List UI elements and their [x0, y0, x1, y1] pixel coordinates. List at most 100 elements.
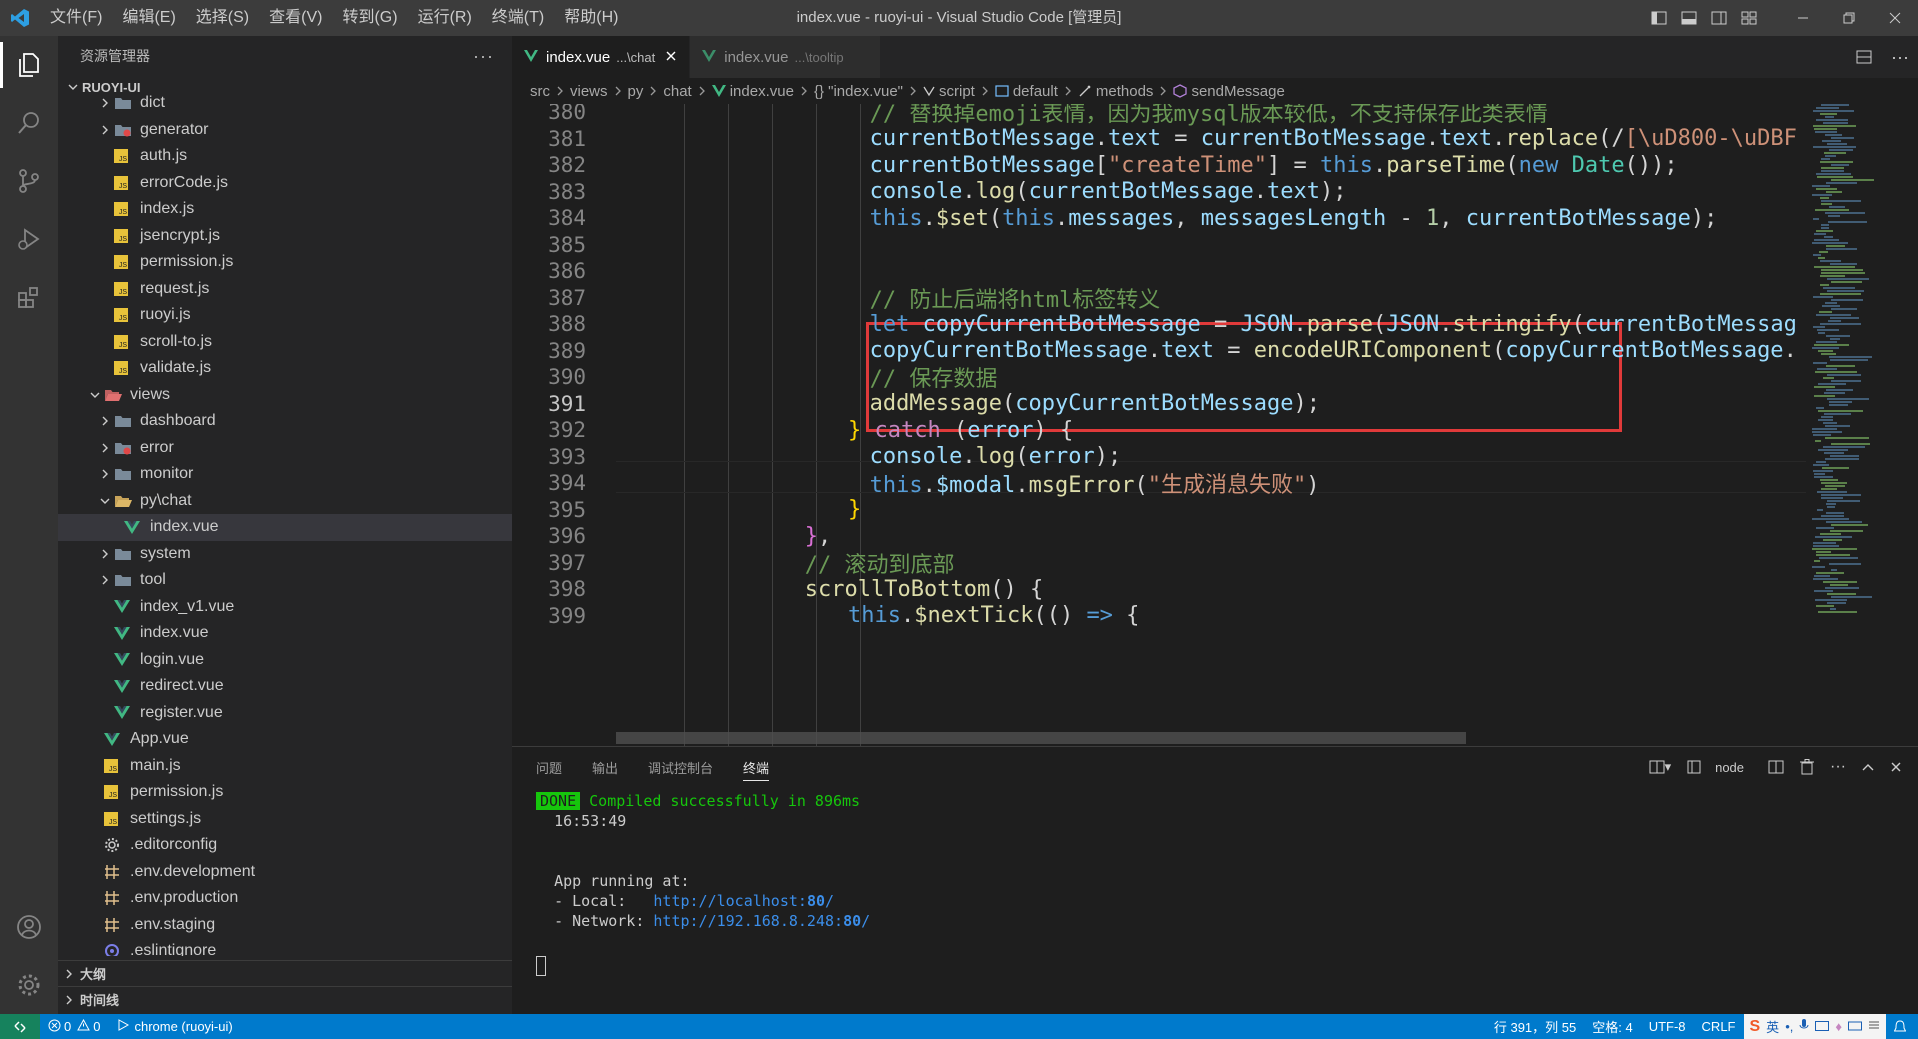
- toggle-panel-icon[interactable]: [1674, 0, 1704, 36]
- extensions-icon[interactable]: [0, 268, 58, 326]
- tree-file[interactable]: index.vue: [58, 620, 512, 647]
- tree-file[interactable]: .env.development: [58, 859, 512, 886]
- breadcrumb-item[interactable]: methods: [1096, 83, 1154, 100]
- code-editor[interactable]: 380// 替换掉emoji表情，因为我mysql版本较低，不支持保存此类表情 3…: [512, 104, 1806, 746]
- terminal-selector[interactable]: node: [1687, 760, 1752, 775]
- tab-index-vue-chat[interactable]: index.vue ...\chat: [512, 36, 691, 78]
- tree-file[interactable]: JS main.js: [58, 753, 512, 780]
- tree-file[interactable]: JS errorCode.js: [58, 170, 512, 197]
- run-debug-icon[interactable]: [0, 210, 58, 268]
- breadcrumb-item[interactable]: script: [939, 83, 975, 100]
- tree-file[interactable]: .env.staging: [58, 912, 512, 939]
- breadcrumb-item[interactable]: sendMessage: [1191, 83, 1284, 100]
- tab-index-vue-tooltip[interactable]: index.vue ...\tooltip: [690, 36, 881, 78]
- menu-item[interactable]: 帮助(H): [554, 0, 628, 36]
- remote-indicator-icon[interactable]: [0, 1014, 40, 1039]
- horizontal-scrollbar[interactable]: [616, 732, 1466, 744]
- breadcrumb-item[interactable]: views: [570, 83, 608, 100]
- panel-tab[interactable]: 终端: [743, 747, 770, 787]
- tree-file[interactable]: register.vue: [58, 700, 512, 727]
- tree-file[interactable]: JS jsencrypt.js: [58, 223, 512, 250]
- panel-tab[interactable]: 调试控制台: [648, 747, 713, 787]
- tree-folder[interactable]: py\chat: [58, 488, 512, 515]
- tree-folder[interactable]: views: [58, 382, 512, 409]
- debug-launch-item[interactable]: chrome (ruoyi-ui): [116, 1019, 233, 1034]
- tree-file[interactable]: JS permission.js: [58, 779, 512, 806]
- close-window-icon[interactable]: [1872, 0, 1918, 36]
- panel-tab[interactable]: 输出: [592, 747, 618, 787]
- tree-folder[interactable]: generator: [58, 117, 512, 144]
- close-tab-icon[interactable]: [665, 49, 677, 66]
- more-actions-icon[interactable]: ···: [473, 46, 494, 67]
- local-url[interactable]: http://localhost:80/: [653, 892, 834, 910]
- tree-file[interactable]: App.vue: [58, 726, 512, 753]
- tree-file[interactable]: .env.production: [58, 885, 512, 912]
- indentation[interactable]: 空格: 4: [1592, 1017, 1632, 1036]
- breadcrumb-item[interactable]: py: [628, 83, 644, 100]
- settings-gear-icon[interactable]: [0, 956, 58, 1014]
- tree-file[interactable]: .eslintignore: [58, 938, 512, 956]
- ime-toolbar[interactable]: S 英 •, ♦: [1743, 1014, 1886, 1039]
- search-icon[interactable]: [0, 94, 58, 152]
- toggle-primary-sidebar-icon[interactable]: [1644, 0, 1674, 36]
- menu-item[interactable]: 终端(T): [482, 0, 554, 36]
- breadcrumb-item[interactable]: {} "index.vue": [814, 83, 903, 100]
- breadcrumb-item[interactable]: src: [530, 83, 550, 100]
- source-control-icon[interactable]: [0, 152, 58, 210]
- tree-folder[interactable]: monitor: [58, 461, 512, 488]
- more-actions-icon[interactable]: ···: [1882, 47, 1918, 68]
- breadcrumb-item[interactable]: chat: [663, 83, 691, 100]
- more-actions-icon[interactable]: ···: [1830, 758, 1846, 776]
- toggle-secondary-sidebar-icon[interactable]: [1704, 0, 1734, 36]
- tree-file[interactable]: JS ruoyi.js: [58, 302, 512, 329]
- split-terminal-icon[interactable]: [1768, 760, 1784, 774]
- tree-file[interactable]: login.vue: [58, 647, 512, 674]
- tree-file[interactable]: JS auth.js: [58, 143, 512, 170]
- minimize-icon[interactable]: [1780, 0, 1826, 36]
- tree-file[interactable]: JS validate.js: [58, 355, 512, 382]
- restore-icon[interactable]: [1826, 0, 1872, 36]
- tree-folder[interactable]: tool: [58, 567, 512, 594]
- panel-tab[interactable]: 问题: [536, 747, 562, 787]
- tree-file[interactable]: redirect.vue: [58, 673, 512, 700]
- minimap[interactable]: [1806, 104, 1918, 746]
- tree-file[interactable]: .editorconfig: [58, 832, 512, 859]
- network-url[interactable]: http://192.168.8.248:80/: [653, 912, 870, 930]
- tree-folder[interactable]: error: [58, 435, 512, 462]
- split-editor-icon[interactable]: [1846, 50, 1882, 64]
- tree-file[interactable]: index_v1.vue: [58, 594, 512, 621]
- cursor-position[interactable]: 行 391，列 55: [1494, 1017, 1576, 1036]
- customize-layout-icon[interactable]: [1734, 0, 1764, 36]
- breadcrumb-item[interactable]: default: [1013, 83, 1058, 100]
- tree-folder[interactable]: system: [58, 541, 512, 568]
- notifications-bell-icon[interactable]: [1894, 1019, 1906, 1034]
- menu-item[interactable]: 编辑(E): [112, 0, 185, 36]
- outline-section[interactable]: 大纲: [58, 960, 512, 986]
- trash-icon[interactable]: [1800, 759, 1815, 775]
- timeline-section[interactable]: 时间线: [58, 986, 512, 1012]
- problems-indicator[interactable]: 0 0: [48, 1018, 100, 1035]
- terminal-output[interactable]: DONE Compiled successfully in 896ms 16:5…: [536, 791, 870, 976]
- tree-file[interactable]: JS request.js: [58, 276, 512, 303]
- tree-file[interactable]: JS permission.js: [58, 249, 512, 276]
- explorer-icon[interactable]: [0, 36, 58, 94]
- tree-file[interactable]: index.vue: [58, 514, 512, 541]
- terminal-layout-icon[interactable]: ▾: [1649, 759, 1671, 775]
- tree-folder[interactable]: dashboard: [58, 408, 512, 435]
- breadcrumb-item[interactable]: index.vue: [730, 83, 794, 100]
- maximize-panel-icon[interactable]: [1862, 762, 1874, 772]
- tree-file[interactable]: JS settings.js: [58, 806, 512, 833]
- tree-file[interactable]: JS scroll-to.js: [58, 329, 512, 356]
- tree-folder[interactable]: dict: [58, 90, 512, 117]
- menu-item[interactable]: 查看(V): [259, 0, 332, 36]
- menu-item[interactable]: 文件(F): [40, 0, 112, 36]
- tree-file[interactable]: JS index.js: [58, 196, 512, 223]
- menu-item[interactable]: 运行(R): [408, 0, 482, 36]
- menu-item[interactable]: 选择(S): [186, 0, 259, 36]
- minimap-line: [1827, 143, 1847, 145]
- end-of-line[interactable]: CRLF: [1702, 1019, 1736, 1034]
- accounts-icon[interactable]: [0, 898, 58, 956]
- menu-item[interactable]: 转到(G): [332, 0, 407, 36]
- close-panel-icon[interactable]: [1890, 761, 1902, 773]
- encoding[interactable]: UTF-8: [1649, 1019, 1686, 1034]
